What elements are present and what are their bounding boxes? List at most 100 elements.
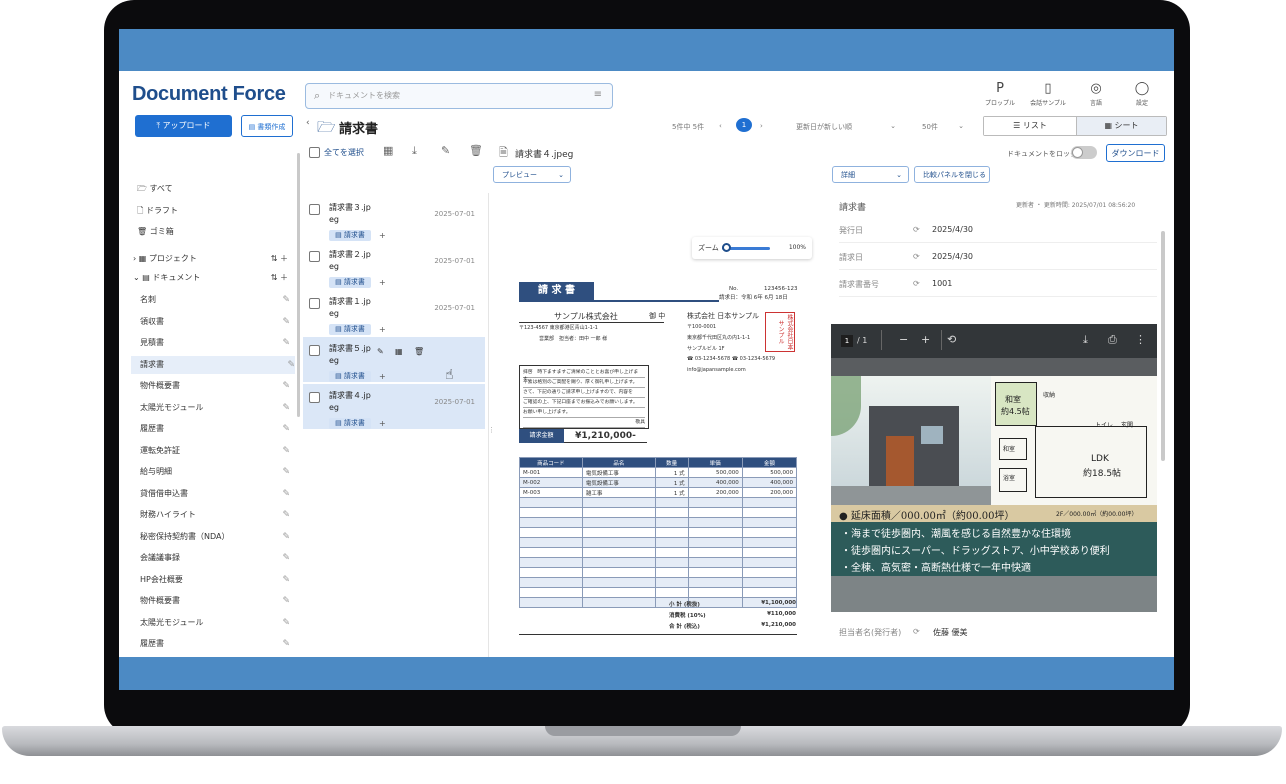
download-icon[interactable]: ⤓ (412, 144, 417, 158)
zoom-slider-knob[interactable] (721, 243, 731, 252)
edit-icon[interactable]: ✎ (287, 356, 295, 374)
row-checkbox[interactable] (309, 298, 320, 309)
zoom-in-icon[interactable]: + (921, 333, 930, 346)
edit-icon[interactable]: ✎ (282, 614, 290, 632)
preview-mode-select[interactable]: プレビュー ⌄ (493, 166, 571, 183)
rotate-icon[interactable]: ⟲ (947, 333, 956, 346)
detail-mode-select[interactable]: 詳細 ⌄ (832, 166, 909, 183)
sidebar-project[interactable]: › ▦ プロジェクト ⇅ ＋ (133, 253, 288, 264)
user-button[interactable]: ◯ 設定 (1122, 81, 1162, 107)
add-tag-icon[interactable]: + (379, 231, 386, 240)
book-button[interactable]: ▯ 会話サンプル (1028, 81, 1068, 107)
lock-toggle[interactable] (1071, 146, 1097, 159)
edit-icon[interactable]: ✎ (282, 334, 290, 352)
pdf-page-input[interactable]: 1 (841, 335, 853, 347)
sidebar-item[interactable]: 太陽光モジュール ✎ (140, 614, 290, 632)
sidebar-scrollbar[interactable] (297, 153, 300, 417)
sidebar-item[interactable]: 見積書 ✎ (140, 334, 290, 352)
file-row[interactable]: 請求書４.jp eg 2025-07-01 ▤ 請求書 + (303, 384, 485, 429)
row-edit-icon[interactable]: ✎ (377, 347, 384, 356)
sidebar-item[interactable]: 太陽光モジュール ✎ (140, 399, 290, 417)
row-checkbox[interactable] (309, 345, 320, 356)
file-tag[interactable]: ▤ 請求書 (329, 277, 371, 288)
add-tag-icon[interactable]: + (379, 278, 386, 287)
field-value[interactable]: 2025/4/30 (932, 252, 973, 261)
sidebar-item[interactable]: 履歴書 ✎ (140, 635, 290, 653)
sidebar-item[interactable]: 財務ハイライト ✎ (140, 506, 290, 524)
filter-menu-icon[interactable]: ≡ (594, 89, 602, 100)
file-tag[interactable]: ▤ 請求書 (329, 371, 371, 382)
sheet-view-button[interactable]: ▦ シート (1077, 117, 1166, 135)
row-trash-icon[interactable]: 🗑 (414, 347, 424, 356)
row-checkbox[interactable] (309, 204, 320, 215)
sidebar-all[interactable]: 🗁 すべて (137, 183, 173, 197)
download-button[interactable]: ダウンロード (1106, 144, 1165, 162)
upload-button[interactable]: ⤒ アップロード (135, 115, 232, 137)
edit-icon[interactable]: ✎ (282, 528, 290, 546)
edit-icon[interactable]: ✎ (282, 506, 290, 524)
sidebar-item[interactable]: 物件概要書 ✎ (140, 377, 290, 395)
sidebar-item[interactable]: 物件概要書 ✎ (140, 592, 290, 610)
sort-select[interactable]: 更新日が新しい順 ⌄ (796, 122, 896, 132)
new-document-button[interactable]: ▤ 書類作成 (241, 115, 293, 137)
field-value[interactable]: 2025/4/30 (932, 225, 973, 234)
refresh-icon[interactable]: ⟳ (913, 252, 920, 261)
sidebar-item[interactable]: HP会社概要 ✎ (140, 571, 290, 589)
edit-icon[interactable]: ✎ (282, 399, 290, 417)
edit-icon[interactable]: ✎ (282, 635, 290, 653)
download-icon[interactable]: ⤓ (1083, 333, 1088, 347)
edit-icon[interactable]: ✎ (282, 313, 290, 331)
prev-page-icon[interactable]: ‹ (719, 122, 722, 130)
edit-icon[interactable]: ✎ (282, 549, 290, 567)
edit-icon[interactable]: ✎ (282, 442, 290, 460)
resize-handle-icon[interactable]: ⋮ (488, 426, 495, 434)
search-input[interactable]: ドキュメントを検索 (328, 90, 400, 101)
file-row[interactable]: 請求書５.jp eg ▤ 請求書 + (303, 337, 485, 382)
sidebar-item[interactable]: 運転免許証 ✎ (140, 442, 290, 460)
field-value[interactable]: 1001 (932, 279, 952, 288)
sidebar-item[interactable]: 履歴書 ✎ (140, 420, 290, 438)
sidebar-item[interactable]: 会議議事録 ✎ (140, 549, 290, 567)
sort-add-icons[interactable]: ⇅ ＋ (271, 272, 288, 283)
row-grid-icon[interactable]: ▦ (395, 347, 403, 356)
collapse-sidebar-icon[interactable]: ‹ (306, 118, 310, 128)
file-tag[interactable]: ▤ 請求書 (329, 418, 371, 429)
file-tag[interactable]: ▤ 請求書 (329, 230, 371, 241)
refresh-icon[interactable]: ⟳ (913, 225, 920, 234)
sidebar-draft[interactable]: 🗋 ドラフト (137, 205, 178, 219)
add-tag-icon[interactable]: + (379, 372, 386, 381)
more-icon[interactable]: ⋮ (1135, 333, 1146, 346)
file-row[interactable]: 請求書２.jp eg 2025-07-01 ▤ 請求書 + (303, 243, 485, 288)
row-checkbox[interactable] (309, 392, 320, 403)
edit-icon[interactable]: ✎ (282, 592, 290, 610)
edit-icon[interactable]: ✎ (282, 291, 290, 309)
sidebar-trash[interactable]: 🗑 ゴミ箱 (137, 226, 174, 237)
sidebar-item[interactable]: 給与明細 ✎ (140, 463, 290, 481)
globe-button[interactable]: ◎ 言語 (1076, 81, 1116, 107)
sidebar-item[interactable]: 領収書 ✎ (140, 313, 290, 331)
add-tag-icon[interactable]: + (379, 419, 386, 428)
print-icon[interactable]: ⎙ (1108, 333, 1117, 347)
per-page-select[interactable]: 50件 ⌄ (922, 122, 964, 132)
sidebar-item[interactable]: 請求書 ✎ (131, 355, 295, 374)
edit-icon[interactable]: ✎ (282, 420, 290, 438)
file-row[interactable]: 請求書３.jp eg 2025-07-01 ▤ 請求書 + (303, 196, 485, 241)
add-tag-icon[interactable]: + (379, 325, 386, 334)
sort-add-icons[interactable]: ⇅ ＋ (271, 253, 288, 264)
list-view-button[interactable]: ☰ リスト (984, 117, 1077, 135)
refresh-icon[interactable]: ⟳ (913, 627, 920, 636)
row-checkbox[interactable] (309, 251, 320, 262)
next-page-icon[interactable]: › (760, 122, 763, 130)
edit-icon[interactable]: ✎ (282, 485, 290, 503)
select-all-checkbox[interactable] (309, 147, 320, 158)
file-row[interactable]: 請求書１.jp eg 2025-07-01 ▤ 請求書 + (303, 290, 485, 335)
trash-icon[interactable]: 🗑 (469, 144, 483, 157)
zoom-out-icon[interactable]: − (899, 333, 908, 346)
edit-icon[interactable]: ✎ (441, 144, 450, 157)
refresh-icon[interactable]: ⟳ (913, 279, 920, 288)
close-compare-button[interactable]: 比較パネルを閉じる (914, 166, 990, 183)
sidebar-item[interactable]: 秘密保持契約書（NDA） ✎ (140, 528, 290, 546)
file-tag[interactable]: ▤ 請求書 (329, 324, 371, 335)
edit-icon[interactable]: ✎ (282, 571, 290, 589)
grid-icon[interactable]: ▦ (383, 144, 393, 157)
